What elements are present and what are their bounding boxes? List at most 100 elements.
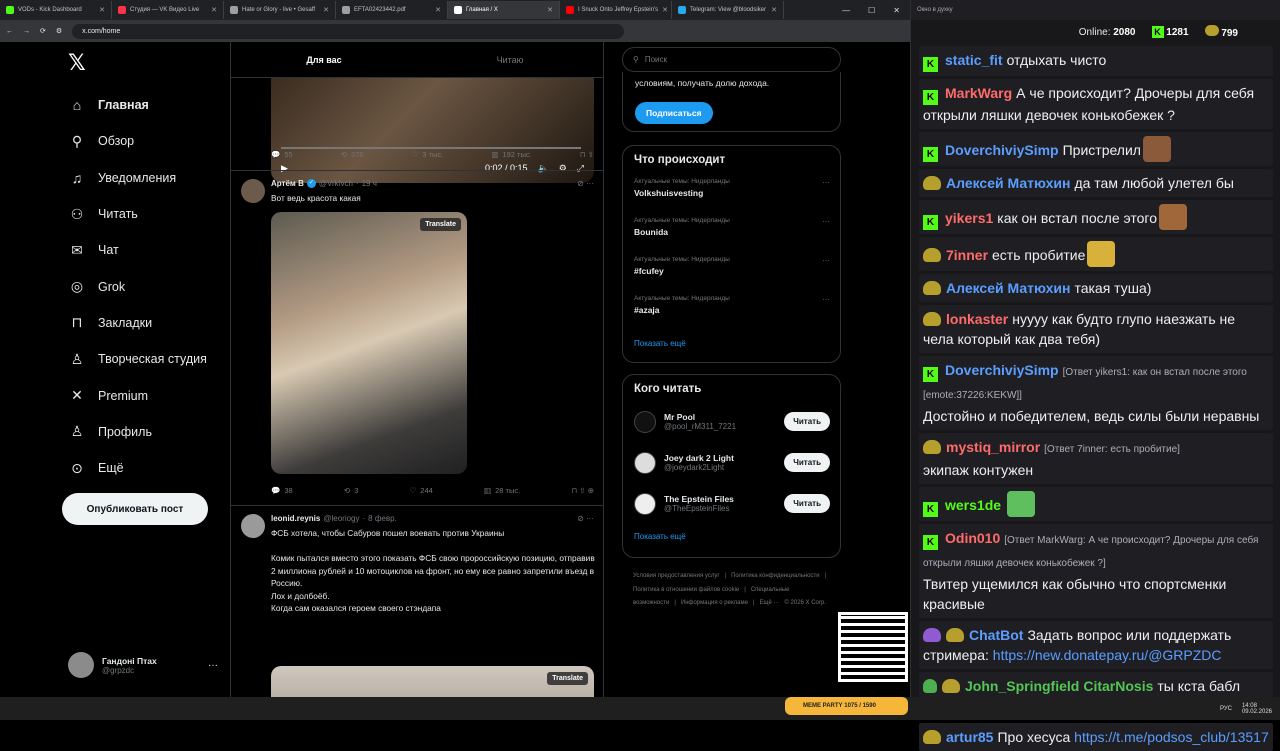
nav-item-7[interactable]: ♙ Творческая студия xyxy=(68,341,207,377)
tab-for-you[interactable]: Для вас xyxy=(231,42,417,77)
tweet-handle[interactable]: @leoriogy xyxy=(323,514,359,523)
views-button[interactable]: ▥ 28 тыс. xyxy=(484,486,520,495)
nav-item-4[interactable]: ✉ Чат xyxy=(68,232,207,268)
tweet[interactable]: Артём В ✓ @Vrklvch · 19 ч ⊘ ··· Вот ведь к… xyxy=(231,170,603,505)
browser-tab[interactable]: EFTA02423442.pdf ✕ xyxy=(336,1,448,19)
follow-button[interactable]: Читать xyxy=(784,494,830,513)
chat-link[interactable]: https://new.donatepay.ru/@GRPZDC xyxy=(993,647,1222,663)
browser-tab[interactable]: VODs - Kick Dashboard ✕ xyxy=(0,1,112,19)
tab-following[interactable]: Читаю xyxy=(417,42,603,77)
tweet-photo[interactable]: Translate xyxy=(271,212,467,474)
translate-button[interactable]: Translate xyxy=(420,218,461,231)
close-icon[interactable]: ✕ xyxy=(547,6,553,14)
subscribe-button[interactable]: Подписаться xyxy=(635,102,713,124)
browser-tab[interactable]: Студия — VK Видео Live ✕ xyxy=(112,1,224,19)
like-button[interactable]: ♡ 3 тыс. xyxy=(412,150,444,159)
follow-button[interactable]: Читать xyxy=(784,453,830,472)
nav-item-5[interactable]: ◎ Grok xyxy=(68,268,207,304)
chat-mention[interactable]: CitarNosis xyxy=(1083,678,1153,694)
reload-icon[interactable]: ⟳ xyxy=(40,27,46,35)
chat-username[interactable]: mystiq_mirror xyxy=(946,439,1040,455)
chat-username[interactable]: MarkWarg xyxy=(945,85,1012,101)
reply-button[interactable]: 💬 55 xyxy=(271,150,293,159)
close-icon[interactable]: ✕ xyxy=(211,6,217,14)
trend-item[interactable]: Актуальные темы: Нидерланды Volkshuisvest… xyxy=(623,175,840,214)
nav-item-8[interactable]: ✕ Premium xyxy=(68,377,207,413)
back-icon[interactable]: ← xyxy=(6,28,13,35)
avatar[interactable] xyxy=(241,514,265,538)
chat-username[interactable]: 7inner xyxy=(946,247,988,263)
nav-item-6[interactable]: ⊓ Закладки xyxy=(68,305,207,341)
more-dots-icon[interactable]: ··· xyxy=(822,256,830,265)
clock[interactable]: 14:08 09.02.2026 xyxy=(1242,703,1272,715)
nav-item-3[interactable]: ⚇ Читать xyxy=(68,196,207,232)
nav-item-9[interactable]: ♙ Профиль xyxy=(68,414,207,450)
footer-link[interactable]: Информация о рекламе xyxy=(681,600,748,606)
bookmark-icon[interactable]: ⊓ ⇧ ⊕ xyxy=(571,486,594,495)
chat-username[interactable]: DoverchiviySimp xyxy=(945,142,1059,158)
follow-button[interactable]: Читать xyxy=(784,412,830,431)
chat-username[interactable]: artur85 xyxy=(946,729,993,745)
browser-tab[interactable]: I Snuck Onto Jeffrey Epstein's ✕ xyxy=(560,1,672,19)
tweet[interactable]: leonid.reynis @leoriogy · 8 февр. ⊘ ··· Ф… xyxy=(231,505,603,720)
more-dots-icon[interactable]: ··· xyxy=(822,178,830,187)
forward-icon[interactable]: → xyxy=(23,28,30,35)
avatar[interactable] xyxy=(634,410,656,433)
account-switcher[interactable]: Гандоні Птах @grpzdc ··· xyxy=(68,652,218,678)
nav-item-2[interactable]: ♫ Уведомления xyxy=(68,160,207,196)
tweet-time[interactable]: 19 ч xyxy=(362,179,377,188)
footer-link[interactable]: © 2026 X Corp. xyxy=(784,600,825,606)
show-more-link[interactable]: Показать ещё xyxy=(623,331,840,356)
trend-item[interactable]: Актуальные темы: Нидерланды Bounida ··· xyxy=(623,214,840,253)
post-button[interactable]: Опубликовать пост xyxy=(62,493,208,525)
footer-link[interactable]: Политика конфиденциальности xyxy=(731,573,820,579)
language-indicator[interactable]: РУС xyxy=(1220,706,1232,712)
more-dots-icon[interactable]: ⊘ ··· xyxy=(577,179,594,188)
url-field[interactable]: x.com/home xyxy=(72,23,624,39)
repost-button[interactable]: ⟲ 3 xyxy=(344,486,358,495)
close-icon[interactable]: ✕ xyxy=(771,6,777,14)
browser-tab[interactable]: Hate or Glory - live • Gesaff ✕ xyxy=(224,1,336,19)
reply-button[interactable]: 💬 38 xyxy=(271,486,293,495)
avatar[interactable] xyxy=(241,179,265,203)
window-controls[interactable]: — ☐ ✕ xyxy=(842,6,910,15)
tweet-author[interactable]: leonid.reynis xyxy=(271,514,320,523)
follow-suggestion[interactable]: The Epstein Files @TheEpsteinFiles Читать xyxy=(623,483,840,524)
follow-suggestion[interactable]: Mr Pool @pool_rM311_7221 Читать xyxy=(623,401,840,442)
chat-username[interactable]: yikers1 xyxy=(945,210,993,226)
trend-item[interactable]: Актуальные темы: Нидерланды #fcufey ··· xyxy=(623,253,840,292)
video-player[interactable]: ▶ 0:02 / 0:15 🔈 ⚙ ⤢ xyxy=(271,78,594,183)
translate-button[interactable]: Translate xyxy=(547,672,588,685)
more-dots-icon[interactable]: ··· xyxy=(822,295,830,304)
close-icon[interactable]: ✕ xyxy=(662,6,668,14)
close-icon[interactable]: ✕ xyxy=(99,6,105,14)
avatar[interactable] xyxy=(634,451,656,474)
footer-link[interactable]: Ещё ··· xyxy=(760,600,780,606)
chat-username[interactable]: Алексей Матюхин xyxy=(946,280,1070,296)
chat-username[interactable]: John_Springfield xyxy=(965,678,1079,694)
follow-suggestion[interactable]: Joey dark 2 Light @joeydark2Light Читать xyxy=(623,442,840,483)
close-icon[interactable]: ✕ xyxy=(435,6,441,14)
tweet-time[interactable]: 8 февр. xyxy=(368,514,397,523)
nav-item-10[interactable]: ⊙ Ещё xyxy=(68,450,207,486)
tweet-handle[interactable]: @Vrklvch xyxy=(319,179,353,188)
repost-button[interactable]: ⟲ 376 xyxy=(341,150,364,159)
site-info-icon[interactable]: ⚙ xyxy=(56,27,62,35)
chat-username[interactable]: DoverchiviySimp xyxy=(945,362,1059,378)
browser-tab[interactable]: Telegram: View @bloodsiker ✕ xyxy=(672,1,784,19)
tweet-author[interactable]: Артём В xyxy=(271,179,304,188)
footer-link[interactable]: Условия предоставления услуг xyxy=(633,573,720,579)
chat-username[interactable]: wers1de xyxy=(945,497,1001,513)
chat-username[interactable]: lonkaster xyxy=(946,311,1008,327)
chat-link[interactable]: https://t.me/podsos_club/13517 xyxy=(1074,729,1269,745)
more-dots-icon[interactable]: ··· xyxy=(822,217,830,226)
nav-item-1[interactable]: ⚲ Обзор xyxy=(68,123,207,159)
chat-username[interactable]: Алексей Матюхин xyxy=(946,175,1070,191)
bookmark-icon[interactable]: ⊓ ⇧ xyxy=(580,150,594,159)
chat-username[interactable]: Odin010 xyxy=(945,530,1000,546)
more-dots-icon[interactable]: ⊘ ··· xyxy=(577,514,594,523)
views-button[interactable]: ▥ 192 тыс. xyxy=(491,150,531,159)
like-button[interactable]: ♡ 244 xyxy=(410,486,433,495)
search-input[interactable]: ⚲ Поиск xyxy=(622,47,841,72)
video-progress[interactable] xyxy=(281,147,581,149)
